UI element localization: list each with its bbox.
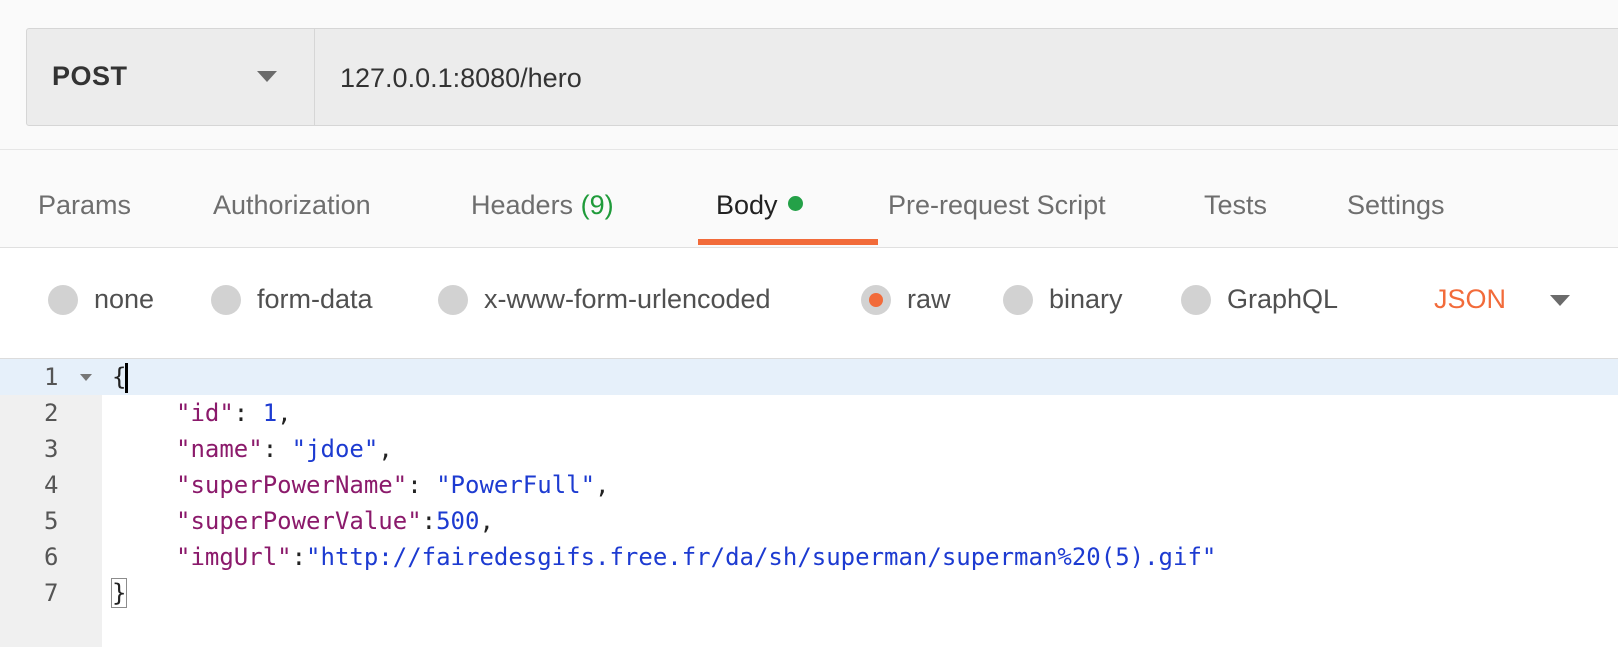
radio-raw-label: raw [907,284,951,314]
line-number: 2 [44,399,59,427]
radio-binary-label: binary [1049,284,1123,314]
tab-body-label: Body [716,190,778,220]
tab-settings-label: Settings [1347,190,1445,220]
tab-authorization-label: Authorization [213,190,371,220]
method-label: POST [52,61,128,91]
chevron-down-icon [1550,295,1571,306]
tab-params-label: Params [38,190,132,220]
line-number: 1 [0,359,102,395]
method-select[interactable]: POST [27,29,315,125]
json-key: "imgUrl" [176,543,292,571]
radio-raw-circle [861,284,891,315]
radio-form-data[interactable]: form-data [211,284,373,315]
format-select[interactable]: JSON [1434,284,1571,315]
radio-none-label: none [94,284,155,314]
active-tab-indicator [698,239,878,245]
json-comma: , [378,435,393,463]
code-line: "imgUrl":"http://fairedesgifs.free.fr/da… [112,539,1216,575]
tab-headers-label: Headers [471,190,574,220]
close-brace: } [110,578,128,608]
tab-pre-request-script-label: Pre-request Script [888,190,1106,220]
line-numbers: 1 2 3 4 5 6 7 [0,359,102,611]
line-number: 7 [44,579,59,607]
fold-caret-icon[interactable] [80,374,92,381]
json-separator: : [421,507,437,535]
text-cursor [125,363,129,393]
request-bar: POST [26,28,1618,126]
body-status-dot-icon [787,196,803,211]
json-separator: : [291,543,307,571]
json-key: "name" [176,435,263,463]
code-line: "name": "jdoe", [112,431,1216,467]
open-brace: { [112,363,127,391]
code-line: } [110,575,1216,611]
headers-count-badge: (9) [580,190,614,220]
json-key: "superPowerValue" [176,507,422,535]
json-comma: , [595,471,610,499]
line-number: 3 [44,435,59,463]
code-line: "superPowerValue":500, [112,503,1216,539]
json-value: 1 [262,399,278,427]
tab-params[interactable]: Params [38,190,131,221]
radio-binary-circle [1003,284,1033,315]
radio-raw[interactable]: raw [861,284,951,315]
json-comma: , [479,507,494,535]
code-editor[interactable]: 1 2 3 4 5 6 7 { "id": 1, "name": "jdoe",… [0,358,1618,647]
tab-body[interactable]: Body [716,190,803,221]
radio-x-www-form-urlencoded-label: x-www-form-urlencoded [484,284,771,314]
tab-tests-label: Tests [1204,190,1268,220]
radio-graphql-circle [1181,284,1211,315]
chevron-down-icon [257,71,277,82]
json-value: "PowerFull" [436,471,596,499]
radio-graphql[interactable]: GraphQL [1181,284,1338,315]
tab-headers[interactable]: Headers (9) [471,190,614,221]
json-value: "http://fairedesgifs.free.fr/da/sh/super… [306,543,1217,571]
radio-x-www-form-urlencoded[interactable]: x-www-form-urlencoded [438,284,771,315]
url-input[interactable] [315,29,1615,125]
radio-binary[interactable]: binary [1003,284,1123,315]
json-comma: , [277,399,292,427]
radio-none-circle [48,284,78,315]
json-value: "jdoe" [291,435,379,463]
json-key: "superPowerName" [176,471,408,499]
code-content: { "id": 1, "name": "jdoe", "superPowerNa… [110,359,1216,611]
body-type-selector: none form-data x-www-form-urlencoded raw… [0,248,1618,358]
radio-form-data-label: form-data [257,284,373,314]
request-tabs: Params Authorization Headers (9) Body Pr… [0,150,1618,248]
radio-none[interactable]: none [48,284,154,315]
line-number: 6 [44,543,59,571]
format-select-label: JSON [1434,284,1507,314]
radio-x-www-form-urlencoded-circle [438,284,468,315]
code-line: { [112,359,1216,395]
json-separator: : [407,471,437,499]
line-number: 4 [44,471,59,499]
tab-pre-request-script[interactable]: Pre-request Script [888,190,1106,221]
tab-settings[interactable]: Settings [1347,190,1445,221]
tab-authorization[interactable]: Authorization [213,190,371,221]
tab-tests[interactable]: Tests [1204,190,1267,221]
radio-form-data-circle [211,284,241,315]
json-key: "id" [176,399,234,427]
json-separator: : [262,435,292,463]
json-separator: : [233,399,263,427]
json-value: 500 [436,507,480,535]
line-number: 5 [44,507,59,535]
code-line: "superPowerName": "PowerFull", [112,467,1216,503]
request-area: POST [0,0,1618,150]
radio-graphql-label: GraphQL [1227,284,1339,314]
code-line: "id": 1, [112,395,1216,431]
